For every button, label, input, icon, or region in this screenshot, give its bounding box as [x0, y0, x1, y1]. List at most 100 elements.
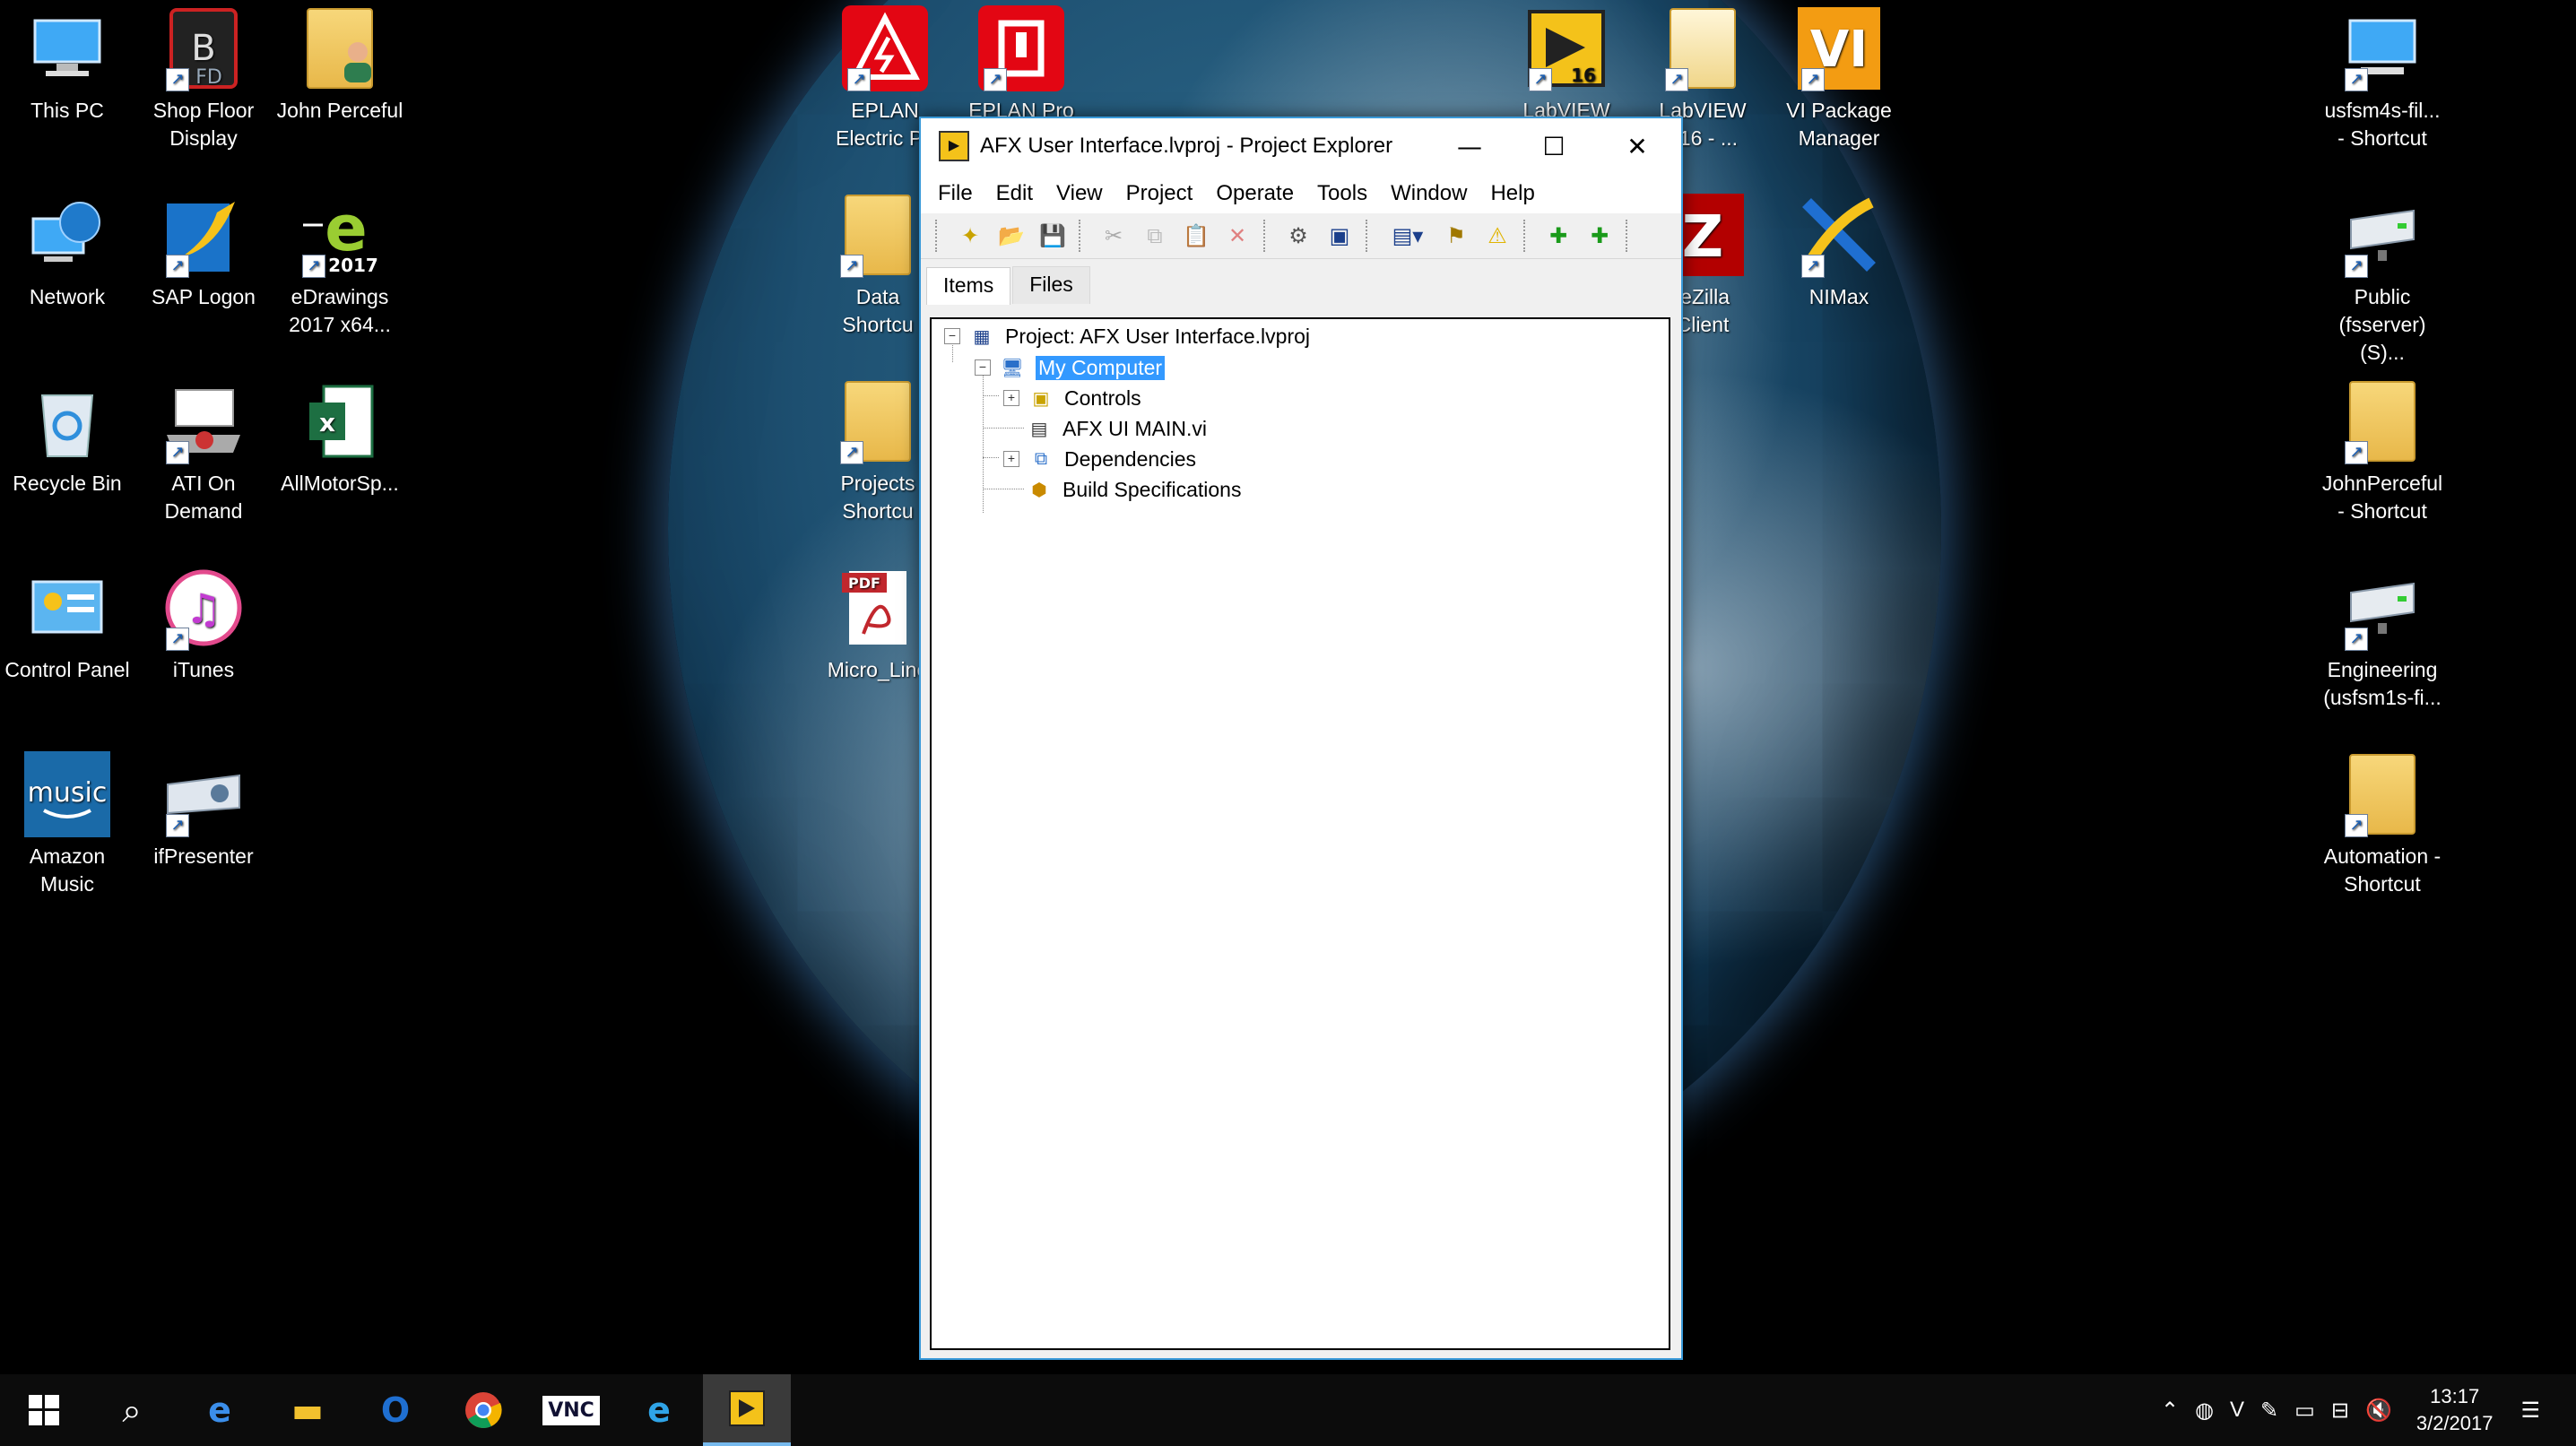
tree-item-dependencies[interactable]: + ⧉ Dependencies [1003, 444, 1196, 474]
resolve-button[interactable]: ⚑ [1439, 219, 1473, 253]
desktop-icon-itunes[interactable]: ♫ ↗ iTunes [136, 565, 271, 684]
shortcut-arrow-icon: ↗ [984, 68, 1007, 91]
desktop-icon-network[interactable]: Network [0, 192, 134, 311]
pen-icon[interactable]: ✎ [2260, 1398, 2278, 1424]
new-file-icon: ✦ [960, 223, 980, 248]
desktop-icon-shop-floor-display[interactable]: B FD ↗ Shop Floor Display [136, 5, 271, 152]
show-hidden-icons-button[interactable]: ⌃ [2161, 1398, 2179, 1424]
taskbar-edge[interactable]: e [176, 1374, 264, 1446]
menu-file[interactable]: File [926, 181, 984, 206]
paste-button[interactable]: 📋 [1179, 219, 1213, 253]
title-bar[interactable]: ▶ AFX User Interface.lvproj - Project Ex… [921, 118, 1681, 174]
network-globe-icon[interactable]: ◍ [2195, 1398, 2214, 1424]
desktop-icon-label: Recycle Bin [13, 472, 122, 495]
ati-on-demand-icon: ↗ [160, 378, 247, 464]
tree-item-controls[interactable]: + ▣ Controls [1003, 383, 1141, 413]
desktop-icon-nimax[interactable]: ↗ NIMax [1772, 192, 1906, 311]
desktop-icon-engineering-drive[interactable]: ↗ Engineering (usfsm1s-fi... [2315, 565, 2450, 712]
warnings-button[interactable]: ⚠ [1480, 219, 1514, 253]
search-button[interactable]: ⌕ [88, 1374, 176, 1446]
build-button[interactable]: ⚙ [1281, 219, 1315, 253]
computer-icon [24, 5, 110, 91]
save-build-button[interactable]: ▣ [1323, 219, 1357, 253]
taskbar-labview[interactable] [703, 1374, 791, 1446]
expand-all-button[interactable]: ✚ [1541, 219, 1575, 253]
nimax-icon: ↗ [1796, 192, 1882, 278]
desktop-icon-this-pc[interactable]: This PC [0, 5, 134, 125]
new-button[interactable]: ✦ [953, 219, 987, 253]
desktop-icon-sap-logon[interactable]: ↗ SAP Logon [136, 192, 271, 311]
menu-view[interactable]: View [1045, 181, 1115, 206]
desktop-icon-label: Shortcut [2344, 872, 2421, 896]
desktop-icon-usfsm4s[interactable]: ↗ usfsm4s-fil... - Shortcut [2315, 5, 2450, 152]
tab-items[interactable]: Items [926, 267, 1011, 305]
vnc-tray-icon[interactable]: V [2230, 1398, 2244, 1423]
save-all-button[interactable]: 💾 [1036, 219, 1070, 253]
maximize-button[interactable]: ☐ [1512, 118, 1596, 174]
start-button[interactable] [0, 1374, 88, 1446]
desktop-icon-amazon-music[interactable]: music Amazon Music [0, 751, 134, 898]
desktop-icon-eplan-pro[interactable]: ↗ EPLAN Pro [954, 5, 1089, 125]
desktop-icon-ati-on-demand[interactable]: ↗ ATI On Demand [136, 378, 271, 525]
tree-item-my-computer[interactable]: − 🖥 My Computer [975, 352, 1166, 383]
copy-button[interactable]: ⧉ [1138, 219, 1172, 253]
desktop-icon-label: Shop Floor [152, 99, 255, 122]
view-options-button[interactable]: ▤▾ [1383, 219, 1432, 253]
project-tree[interactable]: − ▦ Project: AFX User Interface.lvproj −… [930, 317, 1670, 1350]
desktop-icon-johnperceful-shortcut[interactable]: ↗ JohnPerceful - Shortcut [2315, 378, 2450, 525]
toolbar-grip[interactable] [935, 220, 944, 252]
shortcut-arrow-icon: ↗ [2345, 255, 2368, 278]
control-panel-icon [24, 565, 110, 651]
network-status-icon[interactable]: ⊟ [2331, 1398, 2349, 1424]
desktop-icon-john-perceful[interactable]: John Perceful [273, 5, 407, 125]
clock[interactable]: 13:17 3/2/2017 [2416, 1383, 2494, 1437]
toolbar-grip-end[interactable] [1626, 220, 1635, 252]
menu-project[interactable]: Project [1115, 181, 1205, 206]
my-computer-icon: 🖥 [1001, 358, 1024, 378]
desktop-icon-public-drive[interactable]: ↗ Public (fsserver) (S)... [2315, 192, 2450, 367]
battery-icon[interactable]: ▭ [2294, 1398, 2315, 1424]
vi-file-icon: ▤ [1030, 419, 1048, 439]
action-center-icon[interactable]: ☰ [2520, 1398, 2540, 1424]
menu-help[interactable]: Help [1479, 181, 1546, 206]
collapse-toggle[interactable]: − [975, 359, 991, 376]
cut-button[interactable]: ✂ [1097, 219, 1131, 253]
tree-item-project[interactable]: − ▦ Project: AFX User Interface.lvproj [944, 321, 1310, 351]
edrawings-icon: e 2017 ↗ [297, 192, 383, 278]
tab-strip: Items Files [921, 259, 1681, 305]
taskbar-internet-explorer[interactable]: e [615, 1374, 703, 1446]
minimize-button[interactable]: — [1427, 118, 1512, 174]
expand-toggle[interactable]: + [1003, 451, 1019, 467]
delete-button[interactable]: ✕ [1220, 219, 1254, 253]
tree-item-afx-ui-main-vi[interactable]: ▤ AFX UI MAIN.vi [1027, 413, 1207, 444]
add-item-button[interactable]: ✚ [1583, 219, 1617, 253]
menu-tools[interactable]: Tools [1305, 181, 1379, 206]
taskbar-vnc[interactable]: VNC [527, 1374, 615, 1446]
desktop-icon-allmotorsp[interactable]: x AllMotorSp... [273, 378, 407, 498]
menu-operate[interactable]: Operate [1204, 181, 1305, 206]
tab-files[interactable]: Files [1012, 266, 1090, 304]
open-button[interactable]: 📂 [994, 219, 1028, 253]
collapse-toggle[interactable]: − [944, 328, 960, 344]
taskbar-file-explorer[interactable]: ▬ [264, 1374, 351, 1446]
desktop-icon-automation-shortcut[interactable]: ↗ Automation - Shortcut [2315, 751, 2450, 898]
desktop-icon-recycle-bin[interactable]: Recycle Bin [0, 378, 134, 498]
taskbar-chrome[interactable] [439, 1374, 527, 1446]
menu-window[interactable]: Window [1379, 181, 1479, 206]
shortcut-arrow-icon: ↗ [166, 814, 189, 837]
desktop-icon-label: JohnPerceful [2321, 472, 2443, 495]
menu-edit[interactable]: Edit [984, 181, 1045, 206]
expand-toggle[interactable]: + [1003, 390, 1019, 406]
desktop-icon-labview[interactable]: 16 ↗ LabVIEW [1499, 5, 1634, 125]
close-button[interactable]: ✕ [1595, 118, 1679, 174]
desktop-icon-ifpresenter[interactable]: ↗ ifPresenter [136, 751, 271, 870]
tree-item-build-specifications[interactable]: ⬢ Build Specifications [1027, 474, 1241, 505]
desktop-icon-edrawings[interactable]: e 2017 ↗ eDrawings 2017 x64... [273, 192, 407, 339]
recycle-bin-icon [24, 378, 110, 464]
volume-muted-icon[interactable]: 🔇 [2365, 1398, 2392, 1424]
floppy-icon: ▣ [1329, 223, 1350, 248]
desktop-icon-control-panel[interactable]: Control Panel [0, 565, 134, 684]
desktop-icon-vi-package-manager[interactable]: VI ↗ VI Package Manager [1772, 5, 1906, 152]
taskbar-outlook[interactable]: O [351, 1374, 439, 1446]
outlook-icon: O [380, 1390, 411, 1430]
